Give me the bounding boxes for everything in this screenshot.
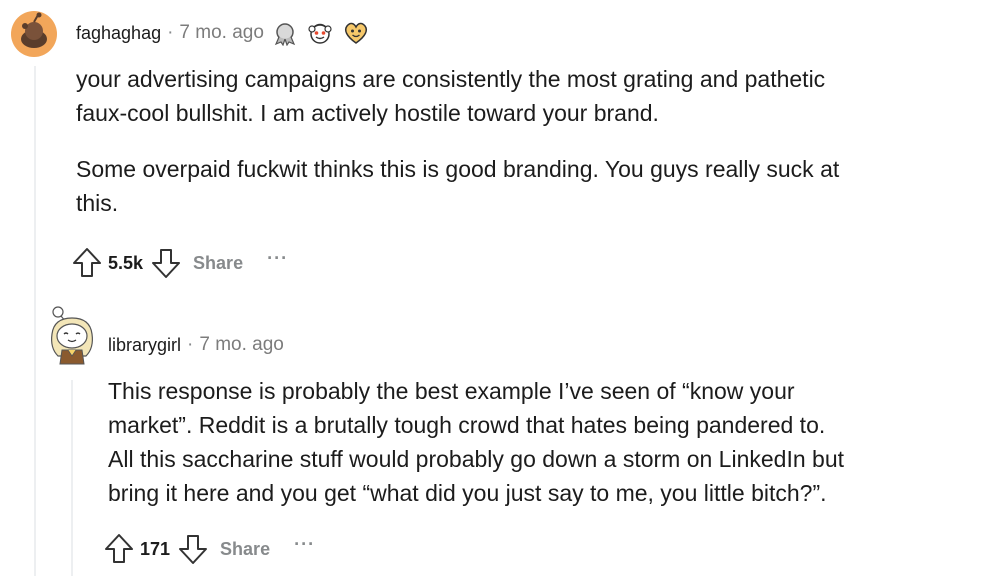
downvote-arrow-icon [179,535,208,564]
vote-score: 171 [140,538,171,559]
more-options-button[interactable]: ··· [267,248,288,269]
upvote-arrow-icon [73,248,101,277]
snoo-avatar-icon [51,306,93,365]
share-button[interactable]: Share [220,539,270,560]
comment-text-line: faux-cool bullshit. I am actively hostil… [76,100,659,126]
avatar[interactable] [10,10,58,63]
comment-text-line: Some overpaid fuckwit thinks this is goo… [76,156,840,182]
comment-paragraph: Some overpaid fuckwit thinks this is goo… [76,152,976,220]
comment-paragraph: This response is probably the best examp… [108,374,988,510]
comment-actions: 171 Share ··· [104,532,315,566]
downvote-button[interactable] [151,247,181,279]
share-button[interactable]: Share [193,253,243,274]
downvote-arrow-icon [152,249,181,278]
timestamp[interactable]: 7 mo. ago [199,334,284,356]
meta-separator: · [187,334,194,355]
comment-meta: librarygirl · 7 mo. ago [108,332,284,358]
timestamp[interactable]: 7 mo. ago [179,22,264,44]
thread-line[interactable] [71,380,73,576]
comment-actions: 5.5k Share ··· [72,246,288,280]
comment-body: your advertising campaigns are consisten… [76,62,976,220]
upvote-arrow-icon [105,534,133,563]
heart-award-icon[interactable] [342,20,370,46]
username-link[interactable]: faghaghag [76,23,161,44]
comment-text-line: this. [76,190,119,216]
snoo-avatar-icon [11,11,57,57]
upvote-button[interactable] [72,247,102,279]
comment-text-line: your advertising campaigns are consisten… [76,66,826,92]
upvote-button[interactable] [104,533,134,565]
silver-award-icon[interactable] [272,20,298,46]
wholesome-award-icon[interactable] [306,19,334,47]
comment-meta: faghaghag · 7 mo. ago [76,20,370,46]
comment-body: This response is probably the best examp… [108,374,988,510]
downvote-button[interactable] [178,533,208,565]
username-link[interactable]: librarygirl [108,335,181,356]
vote-score: 5.5k [108,252,144,273]
comment-text-line: market”. Reddit is a brutally tough crow… [108,412,826,438]
comment-paragraph: your advertising campaigns are consisten… [76,62,976,130]
meta-separator: · [167,22,174,43]
more-options-button[interactable]: ··· [294,534,315,555]
thread-line[interactable] [34,66,36,576]
avatar[interactable] [46,304,98,375]
comment-text-line: bring it here and you get “what did you … [108,480,827,506]
comment-text-line: This response is probably the best examp… [108,378,795,404]
comment-text-line: All this saccharine stuff would probably… [108,446,844,472]
